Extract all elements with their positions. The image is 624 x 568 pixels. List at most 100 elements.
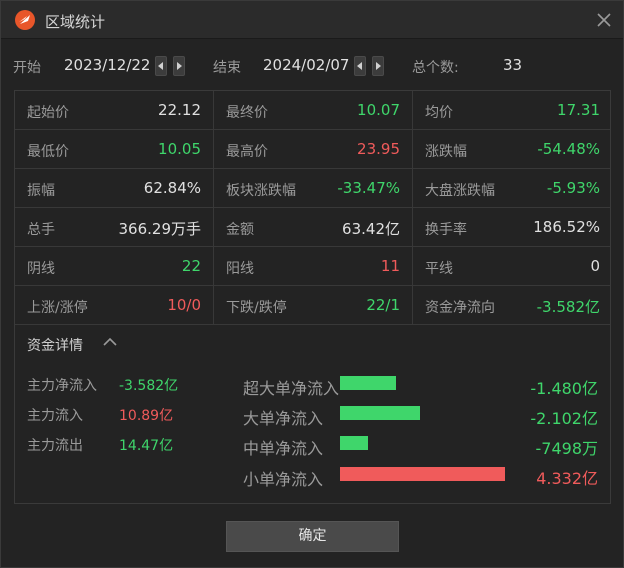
stat-label: 板块涨跌幅 [226,183,296,199]
stat-label: 阴线 [27,261,55,277]
caret-right-icon [376,62,381,70]
flow-bar [340,436,368,450]
flow-bar [340,376,396,390]
date-range-row: 开始 2023/12/22 结束 2024/02/07 总个数: 33 [1,53,623,79]
stat-label: 大盘涨跌幅 [425,183,495,199]
stat-value: 62.84% [143,179,201,197]
stat-value: -33.47% [337,179,400,197]
stat-cell: 平线 0 [413,247,612,285]
chevron-up-icon[interactable] [103,337,117,346]
flow-label: 大单净流入 [243,409,324,428]
close-icon[interactable] [593,9,615,31]
start-label: 开始 [13,60,41,76]
fund-summary-label: 主力净流入 [27,378,97,394]
stat-value: 22 [181,257,201,275]
end-date-value: 2024/02/07 [263,56,350,74]
stat-cell: 涨跌幅 -54.48% [413,130,612,168]
stats-row: 上涨/涨停 10/0 下跌/跌停 22/1 资金净流向 -3.582亿 [15,286,610,325]
stat-value: 366.29万手 [118,220,202,238]
stat-cell: 金额 63.42亿 [214,208,413,246]
fund-summary-value: 10.89亿 [119,408,174,424]
stat-cell: 阴线 22 [15,247,214,285]
stat-cell: 换手率 186.52% [413,208,612,246]
ok-button[interactable]: 确定 [226,521,399,552]
stat-label: 下跌/跌停 [226,300,287,316]
fund-summary-label: 主力流入 [27,408,83,424]
stat-value: -5.93% [546,179,600,197]
fund-summary-value: 14.47亿 [119,438,174,454]
fund-details-title: 资金详情 [27,338,83,354]
stat-label: 总手 [27,222,55,238]
stat-cell: 下跌/跌停 22/1 [214,286,413,324]
stats-row: 阴线 22 阳线 11 平线 0 [15,247,610,286]
stat-label: 换手率 [425,222,467,238]
stat-cell: 振幅 62.84% [15,169,214,207]
count-label: 总个数: [412,60,459,76]
end-label: 结束 [213,60,241,76]
stat-value: 10.07 [357,101,400,119]
stat-cell: 资金净流向 -3.582亿 [413,286,612,324]
flow-label: 小单净流入 [243,470,324,489]
stat-cell: 阳线 11 [214,247,413,285]
caret-left-icon [158,62,163,70]
stat-label: 最低价 [27,144,69,160]
stat-label: 资金净流向 [425,300,495,316]
stats-row: 最低价 10.05 最高价 23.95 涨跌幅 -54.48% [15,130,610,169]
stat-label: 上涨/涨停 [27,300,88,316]
count-value: 33 [503,56,523,74]
flow-label: 中单净流入 [243,439,324,458]
stat-value: 17.31 [557,101,600,119]
stat-value: 10/0 [167,296,201,314]
stat-value: 22/1 [366,296,400,314]
stat-cell: 总手 366.29万手 [15,208,214,246]
flow-label: 超大单净流入 [243,379,340,398]
stat-label: 金额 [226,222,254,238]
end-date-prev-button[interactable] [354,56,366,76]
stat-label: 起始价 [27,105,69,121]
flow-value: -2.102亿 [530,409,598,428]
stat-cell: 起始价 22.12 [15,91,214,129]
stat-value: 0 [590,257,600,275]
flow-bar [340,406,420,420]
stat-label: 振幅 [27,183,55,199]
stats-row: 起始价 22.12 最终价 10.07 均价 17.31 [15,91,610,130]
fund-details-header[interactable]: 资金详情 [15,325,610,361]
stat-label: 阳线 [226,261,254,277]
end-date-next-button[interactable] [372,56,384,76]
flow-value: -1.480亿 [530,379,598,398]
region-stats-dialog: 区域统计 开始 2023/12/22 结束 2024/02/07 总个数: 33 [0,0,624,568]
stat-label: 涨跌幅 [425,144,467,160]
stat-label: 均价 [425,105,453,121]
start-date-next-button[interactable] [173,56,185,76]
stat-value: 11 [380,257,400,275]
stat-label: 平线 [425,261,453,277]
flow-bar [340,467,505,481]
app-logo-icon [15,10,35,30]
flow-value: 4.332亿 [536,469,598,488]
fund-summary-value: -3.582亿 [119,378,179,394]
stats-row: 振幅 62.84% 板块涨跌幅 -33.47% 大盘涨跌幅 -5.93% [15,169,610,208]
caret-left-icon [357,62,362,70]
stat-value: 63.42亿 [342,220,400,238]
stats-panel: 起始价 22.12 最终价 10.07 均价 17.31 最低价 10.05 最高价 23… [14,90,611,504]
stat-value: -54.48% [537,140,600,158]
caret-right-icon [177,62,182,70]
title-bar[interactable]: 区域统计 [1,1,623,39]
stat-value: 22.12 [158,101,201,119]
stat-cell: 最高价 23.95 [214,130,413,168]
stats-row: 总手 366.29万手 金额 63.42亿 换手率 186.52% [15,208,610,247]
fund-summary-label: 主力流出 [27,438,83,454]
stat-cell: 均价 17.31 [413,91,612,129]
stat-label: 最终价 [226,105,268,121]
stat-cell: 最终价 10.07 [214,91,413,129]
flow-value: -7498万 [535,439,599,458]
stat-cell: 大盘涨跌幅 -5.93% [413,169,612,207]
stat-cell: 板块涨跌幅 -33.47% [214,169,413,207]
stat-value: 186.52% [533,218,600,236]
stat-value: -3.582亿 [536,298,600,316]
stat-value: 10.05 [158,140,201,158]
start-date-value: 2023/12/22 [64,56,151,74]
start-date-prev-button[interactable] [155,56,167,76]
window-title: 区域统计 [45,13,106,31]
stat-cell: 上涨/涨停 10/0 [15,286,214,324]
